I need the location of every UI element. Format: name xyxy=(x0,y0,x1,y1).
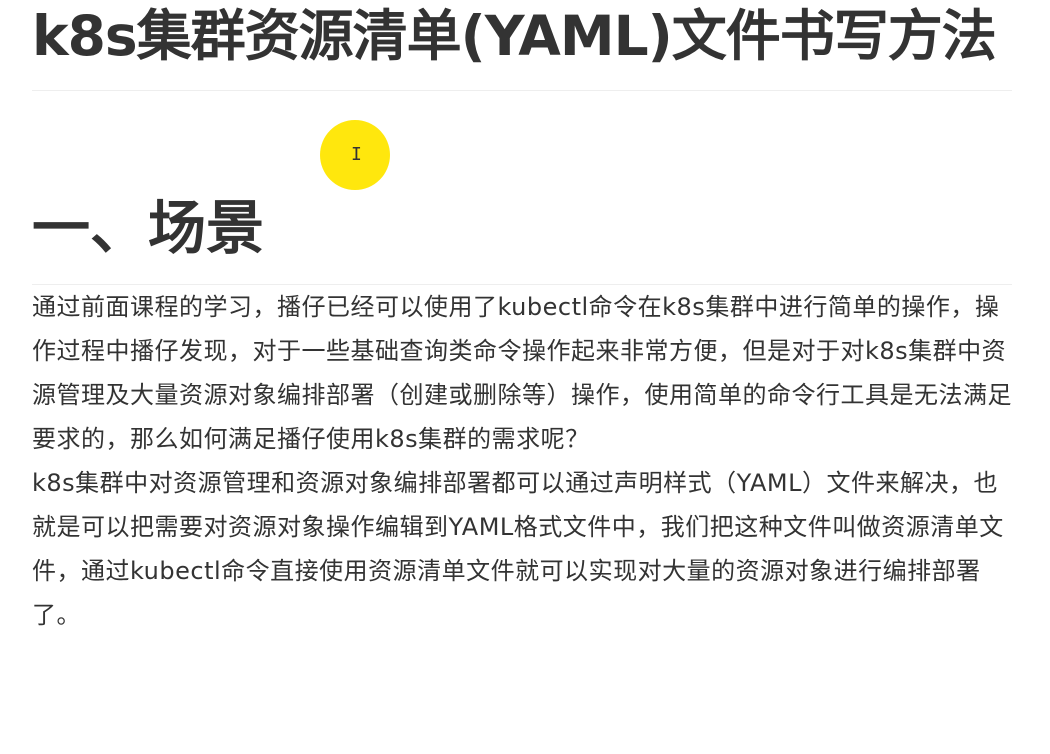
title-divider xyxy=(32,90,1012,91)
document-body: k8s集群资源清单(YAML)文件书写方法 一、场景 通过前面课程的学习，播仔已… xyxy=(32,0,1012,637)
page-title: k8s集群资源清单(YAML)文件书写方法 xyxy=(32,4,997,68)
text-cursor-icon: I xyxy=(351,144,362,165)
paragraph: k8s集群中对资源管理和资源对象编排部署都可以通过声明样式（YAML）文件来解决… xyxy=(32,469,1004,629)
section-heading: 一、场景 xyxy=(32,194,265,262)
paragraph: 通过前面课程的学习，播仔已经可以使用了kubectl命令在k8s集群中进行简单的… xyxy=(32,293,1012,453)
